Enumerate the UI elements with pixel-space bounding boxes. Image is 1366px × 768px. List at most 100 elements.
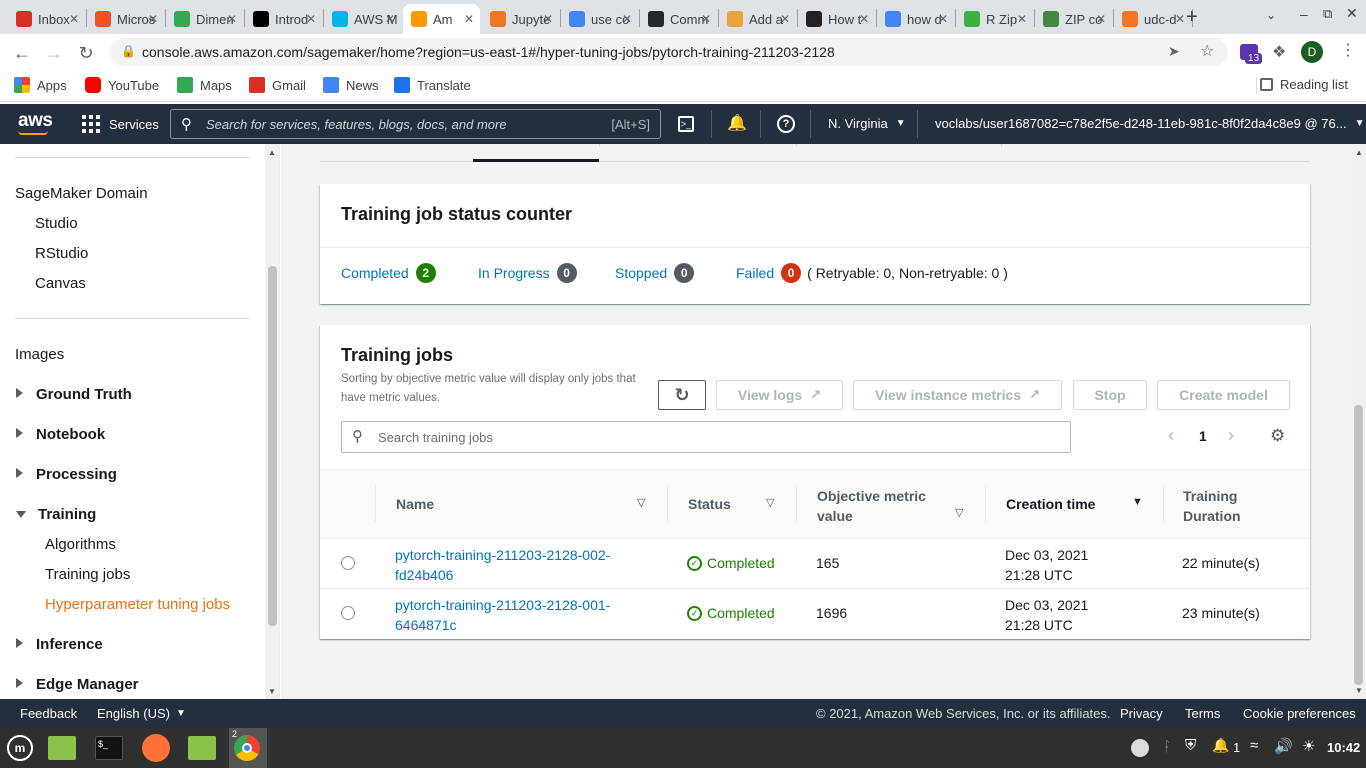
row-radio[interactable] — [341, 606, 355, 620]
column-header-name[interactable]: Name — [396, 496, 434, 512]
sidebar-group-edge-manager[interactable]: Edge Manager — [16, 676, 139, 693]
close-tab-icon[interactable]: ✕ — [148, 12, 158, 26]
volume-icon[interactable]: 🔊 — [1274, 737, 1293, 755]
sidebar-group-inference[interactable]: Inference — [16, 636, 103, 653]
update-manager-icon[interactable] — [1131, 739, 1149, 757]
completed-link[interactable]: Completed — [341, 265, 409, 281]
browser-tab[interactable]: Comm ✕ — [640, 4, 717, 34]
sort-icon[interactable]: ▽ — [766, 496, 774, 509]
browser-tab[interactable]: Jupyte ✕ — [482, 4, 559, 34]
account-menu[interactable]: voclabs/user1687082=c78e2f5e-d248-11eb-9… — [935, 116, 1364, 131]
aws-search-input[interactable]: ⚲ Search for services, features, blogs, … — [170, 109, 661, 139]
bookmark-gmail[interactable]: Gmail — [249, 77, 306, 93]
close-tab-icon[interactable]: ✕ — [69, 12, 79, 26]
browser-tab[interactable]: ZIP co ✕ — [1035, 4, 1112, 34]
column-header-status[interactable]: Status — [688, 496, 731, 512]
browser-tab[interactable]: Micros ✕ — [87, 4, 164, 34]
bookmark-maps[interactable]: Maps — [177, 77, 232, 93]
puzzle-icon[interactable]: ❖ — [1272, 42, 1286, 62]
close-tab-icon[interactable]: ✕ — [1096, 12, 1106, 26]
next-page-button[interactable]: › — [1228, 425, 1234, 446]
folder-icon[interactable] — [188, 736, 216, 760]
bookmark-translate[interactable]: Translate — [394, 77, 471, 93]
status-stopped[interactable]: Stopped 0 — [615, 263, 695, 283]
sidebar-item-algorithms[interactable]: Algorithms — [45, 536, 116, 553]
bookmark-star-icon[interactable]: ☆ — [1200, 41, 1214, 61]
firefox-icon[interactable] — [142, 734, 170, 762]
brightness-icon[interactable]: ☀ — [1302, 737, 1315, 755]
scroll-up-icon[interactable]: ▲ — [268, 148, 276, 157]
close-tab-icon[interactable]: ✕ — [622, 12, 632, 26]
sidebar-item-canvas[interactable]: Canvas — [35, 275, 86, 292]
new-tab-button[interactable]: + — [1186, 6, 1198, 29]
sidebar-item-images[interactable]: Images — [15, 346, 64, 363]
scroll-up-icon[interactable]: ▲ — [1355, 148, 1363, 157]
reading-list-button[interactable]: Reading list — [1260, 77, 1348, 92]
sidebar-group-notebook[interactable]: Notebook — [16, 426, 105, 443]
sidebar-item-training-jobs[interactable]: Training jobs — [45, 566, 130, 583]
bookmark-apps[interactable]: Apps — [14, 77, 67, 93]
settings-gear-icon[interactable]: ⚙ — [1270, 426, 1285, 446]
main-scroll-thumb[interactable] — [1354, 405, 1363, 685]
menu-dots-icon[interactable]: ⋮ — [1340, 40, 1356, 60]
create-model-button[interactable]: Create model — [1157, 380, 1290, 410]
sidebar-group-processing[interactable]: Processing — [16, 466, 117, 483]
table-row[interactable]: pytorch-training-211203-2128-002-fd24b40… — [320, 539, 1310, 589]
sidebar-item-rstudio[interactable]: RStudio — [35, 245, 88, 262]
notification-bell-icon[interactable]: 🔔 — [1212, 737, 1229, 754]
help-icon[interactable]: ? — [777, 115, 795, 133]
restore-window-button[interactable]: ⧉ — [1323, 6, 1332, 22]
language-selector[interactable]: English (US) ▼ — [97, 706, 186, 721]
close-tab-icon[interactable]: ✕ — [464, 12, 474, 26]
bookmark-news[interactable]: News — [323, 77, 379, 93]
chrome-taskbar-button[interactable]: 2 — [229, 728, 267, 768]
address-bar[interactable]: 🔒 console.aws.amazon.com/sagemaker/home?… — [110, 38, 1228, 66]
training-jobs-search-input[interactable]: ⚲ Search training jobs — [341, 421, 1071, 453]
stop-button[interactable]: Stop — [1073, 380, 1147, 410]
sidebar-item-hyperparameter-tuning-jobs[interactable]: Hyperparameter tuning jobs — [45, 596, 230, 613]
browser-tab[interactable]: Introd ✕ — [245, 4, 322, 34]
tab-search-icon[interactable]: ⌄ — [1266, 8, 1276, 22]
scroll-down-icon[interactable]: ▼ — [1355, 686, 1363, 695]
minimize-window-button[interactable]: – — [1300, 6, 1308, 22]
sort-icon[interactable]: ▽ — [955, 506, 963, 519]
page-number[interactable]: 1 — [1199, 428, 1207, 444]
browser-tab[interactable]: Am ✕ — [403, 4, 480, 34]
close-tab-icon[interactable]: ✕ — [780, 12, 790, 26]
row-radio[interactable] — [341, 556, 355, 570]
status-failed[interactable]: Failed 0 ( Retryable: 0, Non-retryable: … — [736, 263, 1008, 283]
feedback-link[interactable]: Feedback — [20, 706, 77, 721]
close-tab-icon[interactable]: ✕ — [1175, 12, 1185, 26]
job-name-link[interactable]: pytorch-training-211203-2128-001-6464871… — [395, 595, 645, 635]
status-in-progress[interactable]: In Progress 0 — [478, 263, 577, 283]
close-window-button[interactable]: ✕ — [1346, 5, 1358, 22]
refresh-button[interactable]: ↻ — [658, 380, 706, 410]
column-header-creation-time[interactable]: Creation time — [1006, 496, 1095, 512]
browser-tab[interactable]: AWS M ✕ — [324, 4, 401, 34]
bell-icon[interactable]: 🔔 — [727, 113, 747, 133]
browser-tab[interactable]: R Zip ✕ — [956, 4, 1033, 34]
browser-tab[interactable]: how d ✕ — [877, 4, 954, 34]
previous-page-button[interactable]: ‹ — [1168, 425, 1174, 446]
sidebar-group-training[interactable]: Training — [16, 506, 96, 523]
sidebar-scroll-thumb[interactable] — [268, 266, 277, 626]
privacy-link[interactable]: Privacy — [1120, 706, 1163, 721]
browser-tab[interactable]: use co ✕ — [561, 4, 638, 34]
status-completed[interactable]: Completed 2 — [341, 263, 436, 283]
view-instance-metrics-button[interactable]: View instance metrics ↗ — [853, 380, 1062, 410]
browser-tab[interactable]: Inbox ✕ — [8, 4, 85, 34]
view-logs-button[interactable]: View logs ↗ — [716, 380, 843, 410]
sidebar-domain-title[interactable]: SageMaker Domain — [15, 185, 148, 202]
cookie-preferences-link[interactable]: Cookie preferences — [1243, 706, 1356, 721]
close-tab-icon[interactable]: ✕ — [385, 12, 395, 26]
job-name-link[interactable]: pytorch-training-211203-2128-002-fd24b40… — [395, 545, 645, 585]
sidebar-item-studio[interactable]: Studio — [35, 215, 78, 232]
close-tab-icon[interactable]: ✕ — [306, 12, 316, 26]
terminal-icon[interactable]: $_ — [95, 736, 123, 760]
browser-tab[interactable]: How t ✕ — [798, 4, 875, 34]
cloudshell-icon[interactable]: >_ — [678, 116, 694, 132]
scroll-down-icon[interactable]: ▼ — [268, 687, 276, 696]
bookmark-youtube[interactable]: YouTube — [85, 77, 159, 93]
in-progress-link[interactable]: In Progress — [478, 265, 550, 281]
wifi-icon[interactable]: ≈ — [1250, 737, 1258, 754]
